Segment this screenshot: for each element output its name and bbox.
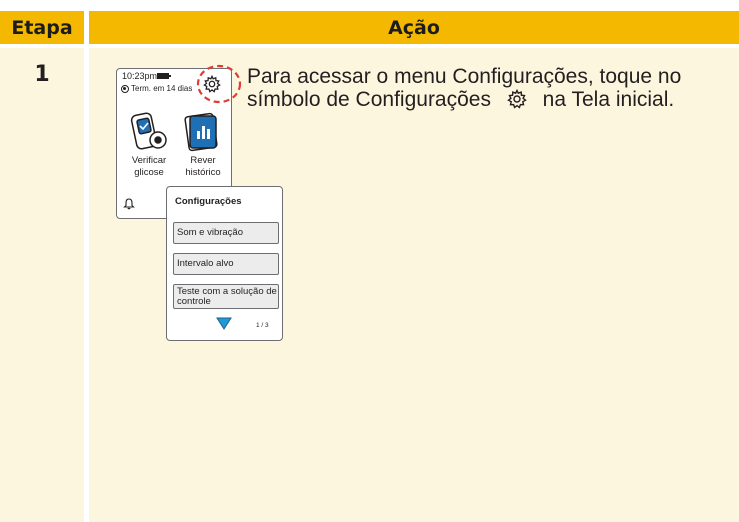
history-book-icon	[184, 112, 218, 152]
settings-menu-title: Configurações	[175, 196, 242, 207]
step-column-header: Etapa	[0, 11, 84, 44]
check-glucose-button[interactable]: Verificar glicose	[126, 111, 172, 178]
glucose-reader-icon	[130, 112, 167, 150]
battery-icon	[157, 73, 171, 79]
review-history-label: Rever histórico	[185, 155, 221, 178]
menu-item-target-range[interactable]: Intervalo alvo	[173, 253, 279, 275]
settings-gear-icon	[507, 88, 527, 114]
bell-icon[interactable]	[123, 197, 135, 215]
scroll-down-arrow-icon[interactable]	[216, 317, 232, 335]
check-glucose-label: Verificar glicose	[131, 155, 167, 178]
menu-item-sound-vibration[interactable]: Som e vibração	[173, 222, 279, 244]
sensor-status: Term. em 14 dias	[121, 84, 192, 93]
step-column	[0, 48, 84, 522]
instruction-text-part2: na Tela inicial.	[542, 88, 675, 111]
sensor-icon	[121, 84, 129, 93]
step-number: 1	[34, 62, 50, 87]
sensor-status-text: Term. em 14 dias	[131, 84, 193, 93]
menu-item-control-solution-test[interactable]: Teste com a solução de controle	[173, 284, 279, 309]
settings-menu-screen: Configurações Som e vibração Intervalo a…	[166, 186, 283, 341]
step-instruction: Para acessar o menu Configurações, toque…	[247, 65, 732, 114]
clock-time: 10:23pm	[122, 71, 158, 81]
page-indicator: 1 / 3	[256, 322, 269, 329]
action-column-header: Ação	[89, 11, 739, 44]
highlight-circle	[196, 64, 242, 104]
review-history-button[interactable]: Rever histórico	[180, 111, 226, 178]
